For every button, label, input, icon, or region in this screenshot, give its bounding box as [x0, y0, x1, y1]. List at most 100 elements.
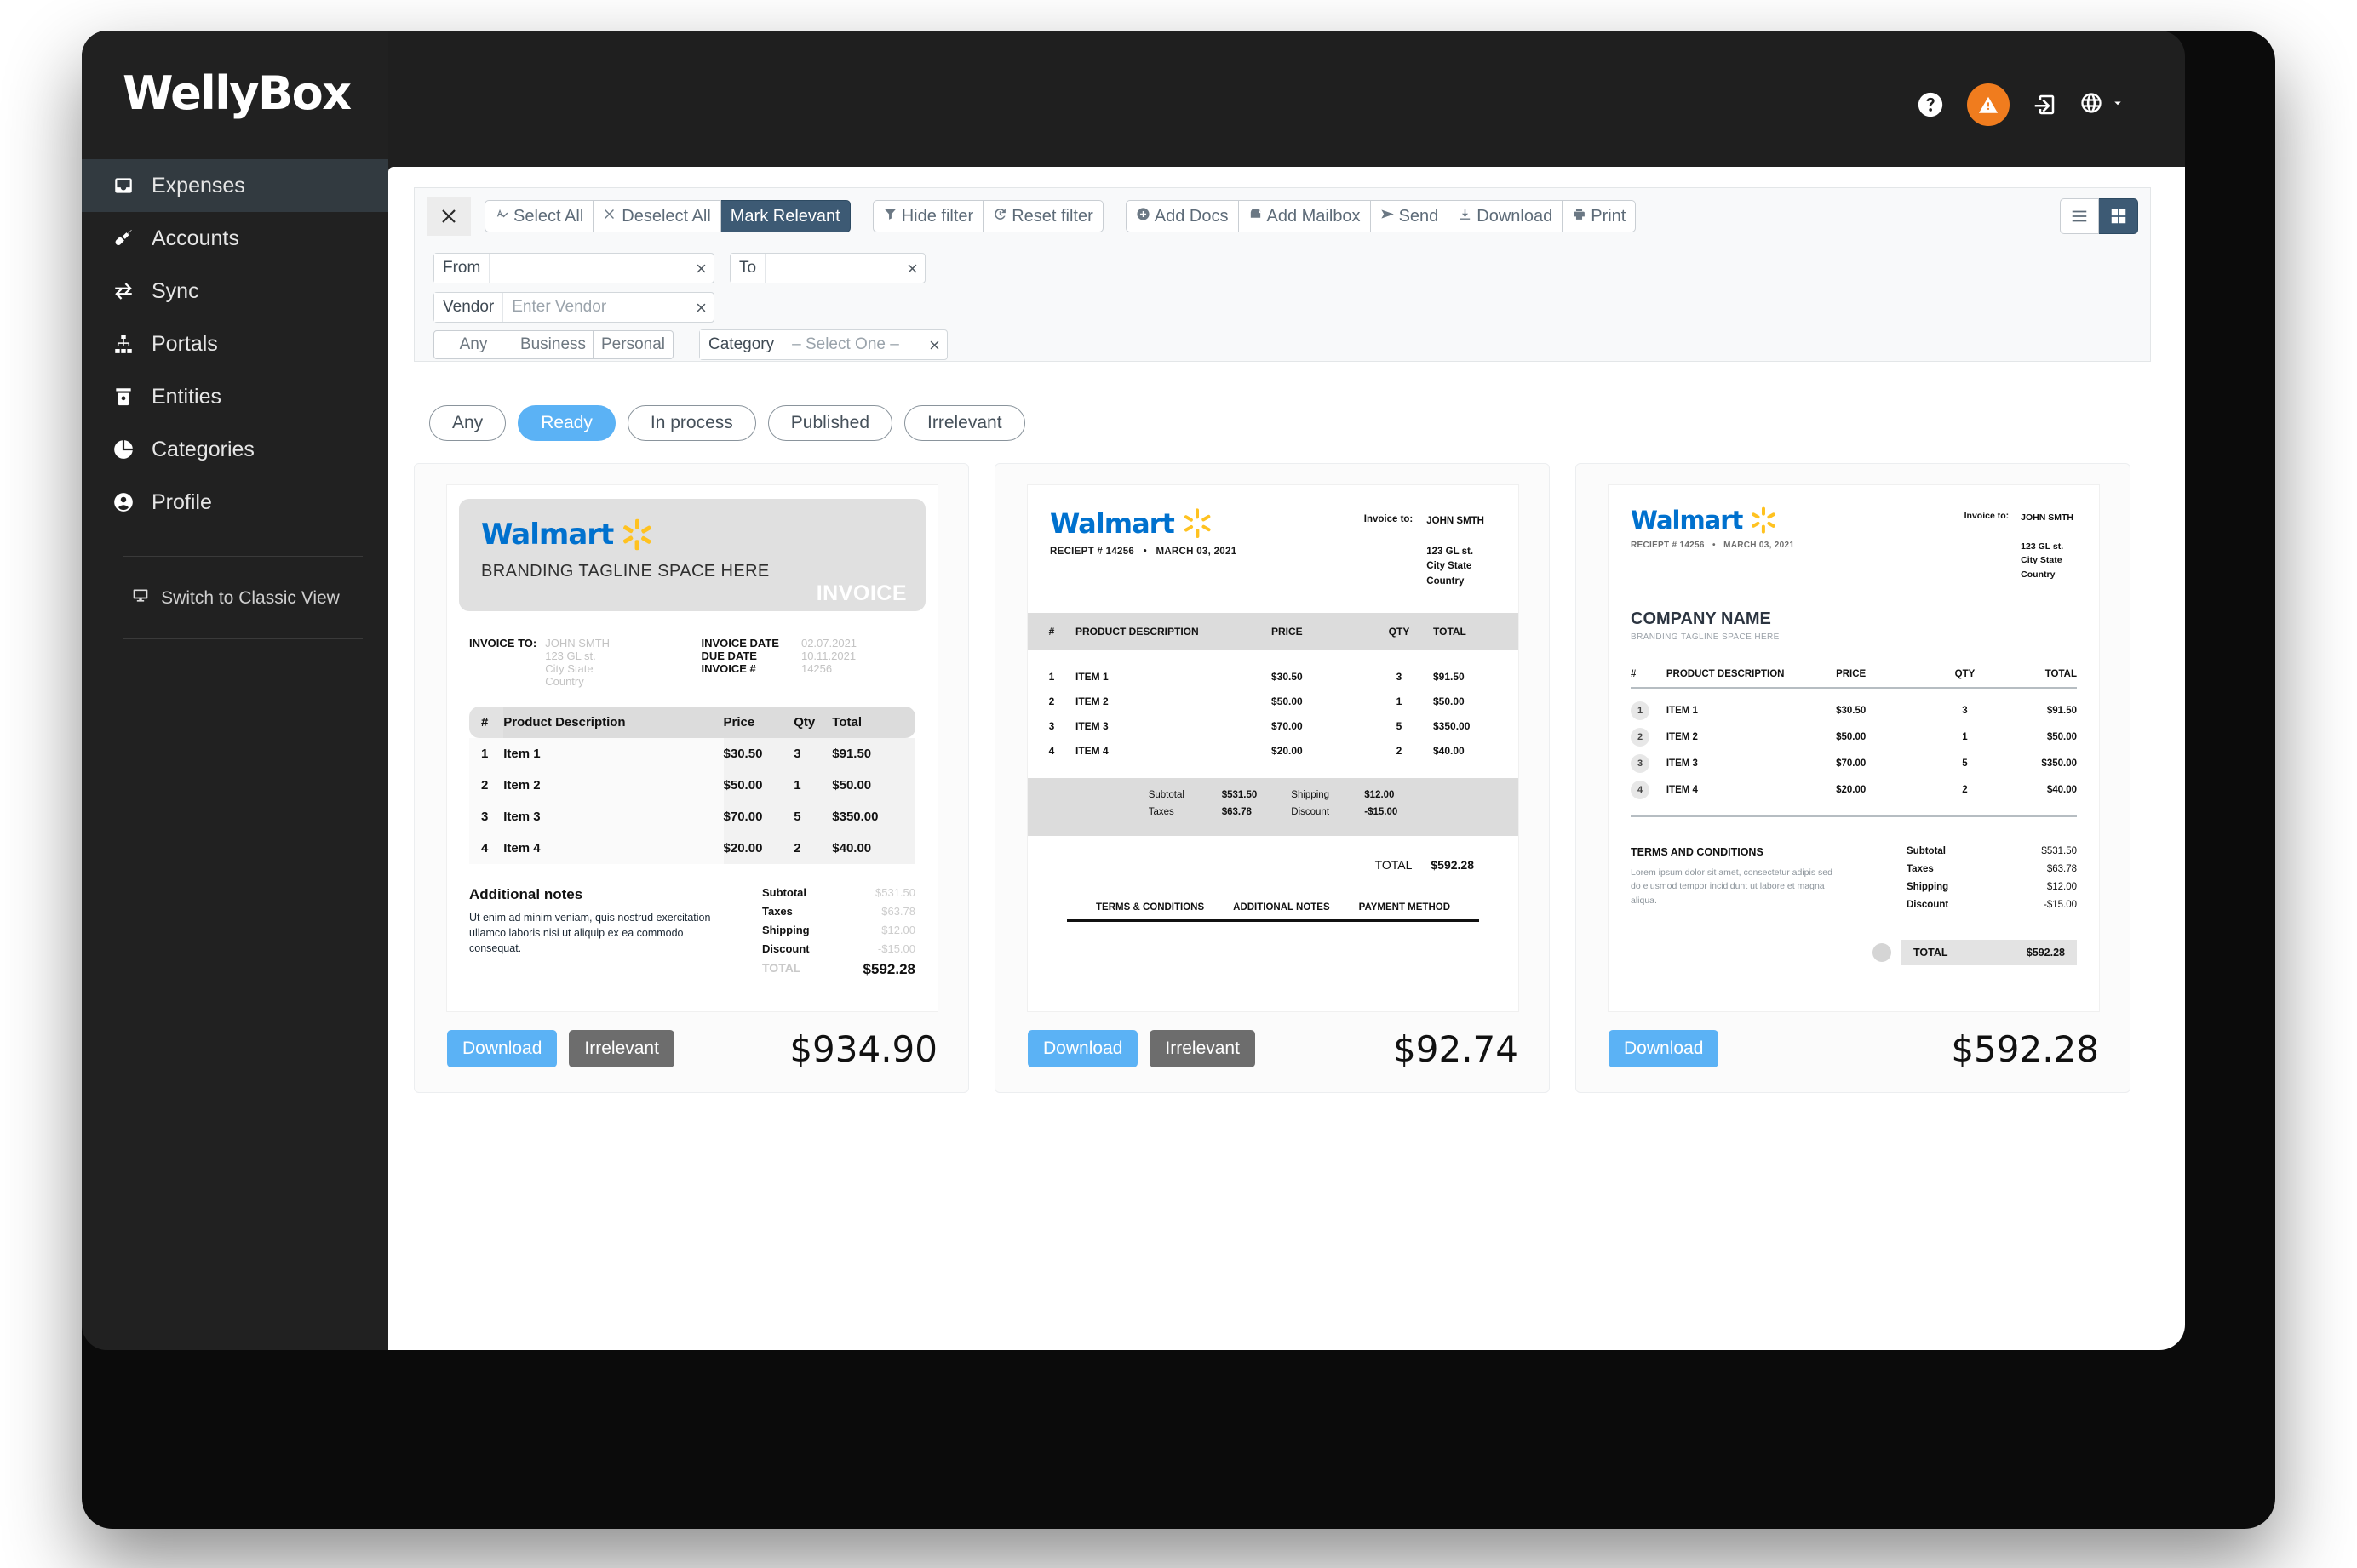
entities-icon [107, 386, 140, 408]
from-label: From [434, 254, 490, 283]
card-download-button[interactable]: Download [447, 1030, 558, 1067]
list-view-icon[interactable] [2060, 198, 2099, 234]
card-irrelevant-button[interactable]: Irrelevant [569, 1030, 674, 1067]
terms-title: TERMS AND CONDITIONS [1631, 845, 1763, 858]
send-button[interactable]: Send [1370, 200, 1449, 232]
card-download-button[interactable]: Download [1609, 1030, 1719, 1067]
vendor-input[interactable]: Enter Vendor [503, 298, 688, 317]
sidebar-item-accounts[interactable]: Accounts [82, 212, 388, 265]
pie-chart-icon [107, 438, 140, 461]
invoice-notes-section: Additional notes Ut enim ad minim veniam… [469, 886, 915, 984]
invoice-notes: Additional notes Ut enim ad minim veniam… [469, 886, 725, 984]
clear-category-icon[interactable] [921, 330, 947, 359]
summary-row: Taxes $63.78 [762, 905, 915, 918]
x-mark-icon [603, 207, 617, 226]
sidebar-item-entities[interactable]: Entities [82, 370, 388, 423]
from-date-field[interactable]: From [433, 253, 714, 283]
card-irrelevant-button[interactable]: Irrelevant [1150, 1030, 1255, 1067]
sidebar-item-profile[interactable]: Profile [82, 476, 388, 529]
main-content: Select All Deselect All Mark Relevant Hi… [388, 167, 2185, 1350]
invoice-preview: Walmart RECIEPT # 14256 • MARCH 03, 2021… [1028, 485, 1518, 1011]
card-amount: $934.90 [789, 1027, 938, 1070]
pill-published[interactable]: Published [767, 405, 893, 441]
grid-view-icon[interactable] [2099, 198, 2138, 234]
pill-irrelevant[interactable]: Irrelevant [904, 405, 1025, 441]
add-docs-button[interactable]: Add Docs [1125, 200, 1239, 232]
bill-to-name: JOHN SMTH [2021, 512, 2073, 523]
table-row: 1 Item 1 $30.50 3 $91.50 [469, 738, 915, 770]
switch-classic-view-button[interactable]: Switch to Classic View [82, 587, 388, 609]
document-card[interactable]: Walmart BRANDING TAGLINE SPACE HERE INVO… [414, 463, 969, 1093]
decorative-dot-icon [1872, 942, 1891, 962]
card-footer: Download $592.28 [1609, 1027, 2099, 1070]
print-label: Print [1591, 206, 1626, 226]
vendor-field[interactable]: Vendor Enter Vendor [433, 292, 714, 323]
download-button[interactable]: Download [1448, 200, 1563, 232]
sidebar-item-categories[interactable]: Categories [82, 423, 388, 476]
tab-terms: TERMS & CONDITIONS [1096, 902, 1205, 913]
close-icon[interactable] [427, 197, 471, 236]
hide-filter-button[interactable]: Hide filter [872, 200, 984, 232]
card-download-button[interactable]: Download [1028, 1030, 1138, 1067]
invoice-to-label: INVOICE TO: [469, 637, 537, 650]
walmart-wordmark: Walmart [1050, 507, 1175, 540]
table-row: 2 Item 2 $50.00 1 $50.00 [469, 770, 915, 801]
bill-to-name: JOHN SMTH [1426, 516, 1484, 526]
tab-underline [1067, 919, 1479, 922]
summary-col-left: Subtotal $531.50 Taxes $63.78 [1149, 790, 1258, 824]
segment-personal[interactable]: Personal [594, 330, 674, 359]
sidebar-item-portals[interactable]: Portals [82, 318, 388, 370]
pill-in-process[interactable]: In process [627, 405, 756, 441]
clear-to-icon[interactable] [899, 254, 925, 283]
document-card[interactable]: Walmart RECIEPT # 14256 • MARCH 03, 2021… [1575, 463, 2130, 1093]
table-header-row: # PRODUCT DESCRIPTION PRICE QTY TOTAL [1028, 613, 1518, 650]
clear-vendor-icon[interactable] [688, 293, 714, 322]
col-qty: Qty [794, 707, 833, 738]
add-mailbox-button[interactable]: Add Mailbox [1238, 200, 1371, 232]
row-number-badge: 1 [1631, 701, 1649, 720]
clear-from-icon[interactable] [688, 254, 714, 283]
to-date-field[interactable]: To [730, 253, 926, 283]
card-amount: $592.28 [1951, 1027, 2099, 1070]
bill-to-country: Country [1426, 576, 1465, 587]
total-box: TOTAL $592.28 [1901, 939, 2077, 965]
walmart-logo: Walmart [481, 518, 926, 552]
invoice-bill-to: Invoice to: JOHN SMTH 123 GL st. City St… [1364, 514, 1484, 590]
to-label: To [731, 254, 766, 283]
meta-values: 02.07.2021 10.11.2021 14256 [801, 637, 857, 688]
reset-filter-button[interactable]: Reset filter [984, 200, 1104, 232]
category-field[interactable]: Category – Select One – [699, 329, 948, 360]
pill-any[interactable]: Any [429, 405, 507, 441]
deselect-all-button[interactable]: Deselect All [594, 200, 721, 232]
download-icon [1458, 207, 1472, 226]
meta-label: INVOICE # [701, 662, 756, 675]
sign-out-icon[interactable] [2032, 92, 2057, 117]
row-number-badge: 4 [1631, 780, 1649, 799]
bill-to-street: 123 GL st. [2021, 541, 2064, 552]
sidebar-item-sync[interactable]: Sync [82, 265, 388, 318]
invoice-meta-fields: INVOICE DATE DUE DATE INVOICE # 02.07.20… [701, 637, 857, 688]
sidebar-item-expenses[interactable]: Expenses [82, 159, 388, 212]
question-circle-icon[interactable] [1916, 90, 1945, 119]
mark-relevant-button[interactable]: Mark Relevant [720, 200, 851, 232]
select-all-button[interactable]: Select All [485, 200, 594, 232]
filter-row-dates: From To [433, 253, 926, 283]
table-row: 1 ITEM 1 $30.50 3 $91.50 [1048, 670, 1465, 683]
summary-total-row: TOTAL $592.28 [1374, 858, 1474, 872]
download-label: Download [1477, 206, 1553, 226]
table-row: 3 Item 3 $70.00 5 $350.00 [469, 801, 915, 833]
invoice-tagline: BRANDING TAGLINE SPACE HERE [481, 562, 770, 581]
segment-business[interactable]: Business [513, 330, 594, 359]
print-button[interactable]: Print [1563, 200, 1637, 232]
pill-ready[interactable]: Ready [518, 405, 616, 441]
language-selector[interactable] [2079, 91, 2125, 119]
category-label: Category [700, 330, 784, 359]
col-total: TOTAL [1433, 626, 1466, 638]
sitemap-icon [107, 333, 140, 355]
walmart-wordmark: Walmart [481, 518, 614, 552]
filter-button-group: Hide filter Reset filter [872, 200, 1104, 232]
segment-any[interactable]: Any [433, 330, 513, 359]
document-card[interactable]: Walmart RECIEPT # 14256 • MARCH 03, 2021… [995, 463, 1550, 1093]
category-value[interactable]: – Select One – [783, 335, 921, 354]
warning-triangle-icon[interactable] [1967, 83, 2010, 126]
